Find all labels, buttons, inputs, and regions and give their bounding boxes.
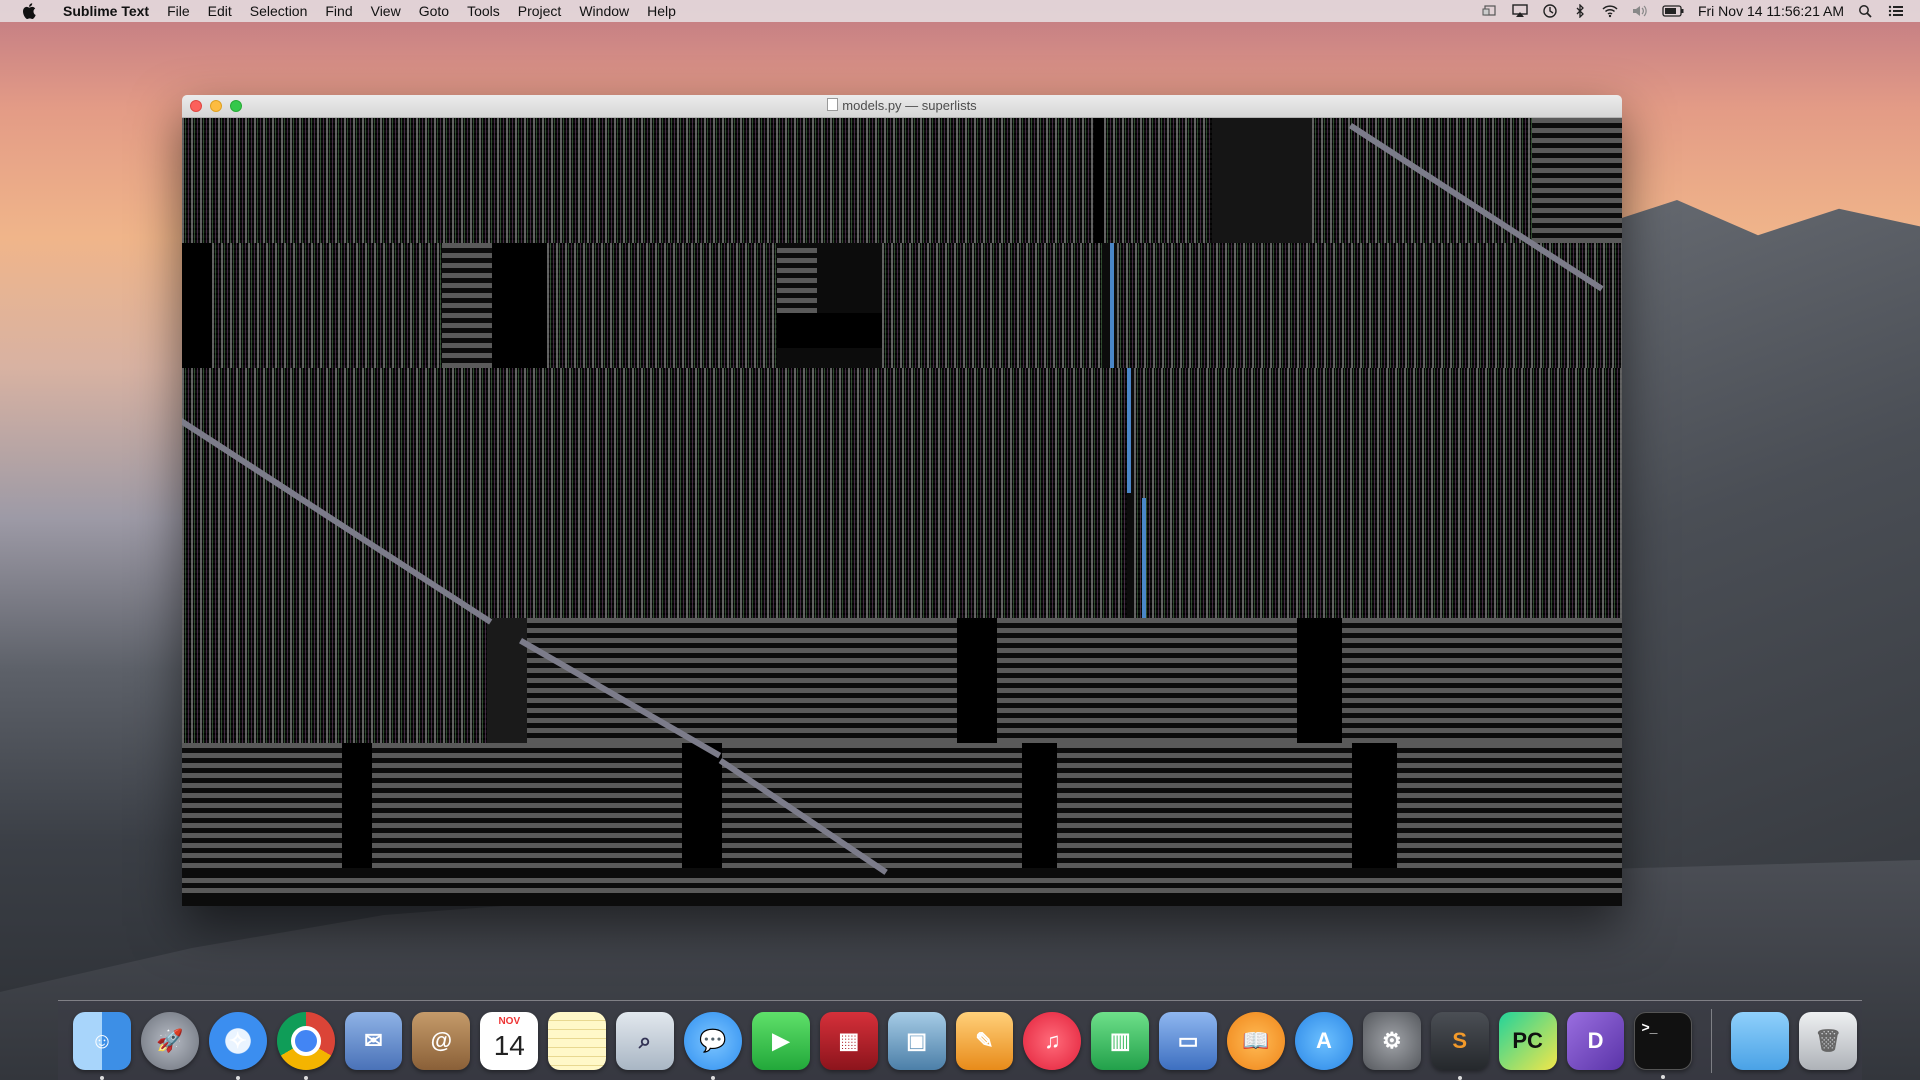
- launchpad-icon[interactable]: 🚀: [140, 1011, 199, 1070]
- garbled-block: [1022, 743, 1057, 868]
- menu-find[interactable]: Find: [316, 0, 361, 22]
- garbled-lines: [182, 743, 1622, 868]
- running-indicator: [303, 1075, 308, 1080]
- garbled-text-region: [182, 618, 487, 743]
- garbled-block: [1297, 618, 1342, 743]
- calendar-month: NOV: [498, 1015, 521, 1027]
- messages-icon[interactable]: 💬: [684, 1011, 742, 1080]
- dash-icon[interactable]: D: [1566, 1011, 1625, 1070]
- battery-icon[interactable]: [1662, 4, 1684, 18]
- menu-window[interactable]: Window: [570, 0, 638, 22]
- garbled-block: [682, 743, 722, 868]
- garbled-block: [777, 313, 882, 348]
- garbled-lines: [1532, 118, 1622, 243]
- menu-bar: Sublime Text File Edit Selection Find Vi…: [0, 0, 1920, 22]
- garbled-lines: [777, 243, 817, 313]
- running-indicator: [1457, 1075, 1462, 1080]
- garbled-block: [492, 243, 547, 368]
- dock-separator: [1711, 1008, 1713, 1073]
- garbled-text-region: [882, 243, 1102, 368]
- folder-icon[interactable]: [1731, 1011, 1790, 1070]
- garbled-block: [1212, 118, 1312, 243]
- running-indicator: [99, 1075, 104, 1080]
- editor-area-corrupted[interactable]: [182, 118, 1622, 906]
- running-indicator: [235, 1075, 240, 1080]
- garbled-blue-bar: [1142, 498, 1146, 618]
- volume-icon[interactable]: [1632, 4, 1648, 18]
- itunes-icon[interactable]: ♫: [1023, 1011, 1082, 1070]
- display-icon[interactable]: [1482, 4, 1498, 18]
- menu-goto[interactable]: Goto: [410, 0, 458, 22]
- pages-icon[interactable]: ✎: [955, 1011, 1014, 1070]
- mail-icon[interactable]: ✉: [344, 1011, 403, 1070]
- garbled-lines: [442, 243, 492, 368]
- app-store-icon[interactable]: A: [1295, 1011, 1353, 1070]
- garbled-text-region: [182, 118, 1094, 243]
- status-area: Fri Nov 14 11:56:21 AM: [1482, 3, 1920, 19]
- sublime-text-icon[interactable]: S: [1430, 1011, 1489, 1080]
- facetime-icon[interactable]: ▶: [751, 1011, 810, 1070]
- safari-icon[interactable]: ✧: [208, 1011, 267, 1080]
- trash-icon[interactable]: 🗑: [1799, 1011, 1858, 1070]
- notification-center-icon[interactable]: [1888, 4, 1904, 18]
- garbled-text-region: [1117, 243, 1622, 368]
- time-machine-icon[interactable]: [1542, 4, 1558, 18]
- running-indicator: [1661, 1074, 1666, 1079]
- garbled-block: [1094, 118, 1104, 243]
- garbled-block: [342, 743, 372, 868]
- bluetooth-icon[interactable]: [1572, 3, 1588, 19]
- chrome-icon[interactable]: [276, 1011, 335, 1080]
- window-titlebar[interactable]: models.py — superlists: [182, 95, 1622, 118]
- sublime-window: models.py — superlists: [182, 95, 1622, 906]
- pycharm-icon[interactable]: PC: [1498, 1011, 1557, 1070]
- garbled-block: [487, 618, 527, 743]
- garbled-lines: [997, 618, 1297, 743]
- preview-icon[interactable]: ⌕: [616, 1011, 675, 1070]
- garbled-text-region: [212, 243, 442, 368]
- document-icon: [827, 98, 839, 111]
- menu-view[interactable]: View: [362, 0, 410, 22]
- wifi-icon[interactable]: [1602, 4, 1618, 18]
- window-title: models.py — superlists: [182, 95, 1622, 117]
- keynote-icon[interactable]: ▭: [1159, 1011, 1218, 1070]
- running-indicator: [710, 1075, 715, 1080]
- numbers-icon[interactable]: ▥: [1091, 1011, 1150, 1070]
- apple-menu-icon[interactable]: [18, 0, 40, 22]
- calendar-day: 14: [493, 1029, 525, 1061]
- garbled-text-region: [182, 368, 1127, 618]
- system-preferences-icon[interactable]: ⚙: [1362, 1011, 1421, 1070]
- contacts-icon[interactable]: @: [412, 1011, 471, 1070]
- menu-clock[interactable]: Fri Nov 14 11:56:21 AM: [1698, 3, 1844, 19]
- notes-icon[interactable]: [548, 1011, 607, 1070]
- menu-project[interactable]: Project: [509, 0, 571, 22]
- airplay-icon[interactable]: [1512, 4, 1528, 18]
- garbled-text-region: [1134, 368, 1622, 618]
- menu-app-name[interactable]: Sublime Text: [54, 0, 158, 22]
- ibooks-icon[interactable]: 📖: [1227, 1011, 1286, 1070]
- menu-edit[interactable]: Edit: [199, 0, 241, 22]
- garbled-block: [1352, 743, 1397, 868]
- garbled-lines: [1342, 618, 1622, 743]
- menu-tools[interactable]: Tools: [458, 0, 509, 22]
- spotlight-icon[interactable]: [1858, 4, 1874, 18]
- garbled-block: [182, 243, 212, 368]
- terminal-icon[interactable]: >_: [1634, 1011, 1693, 1079]
- menu-help[interactable]: Help: [638, 0, 685, 22]
- iphoto-icon[interactable]: ▣: [887, 1011, 946, 1070]
- garbled-text-region: [547, 243, 777, 368]
- menu-file[interactable]: File: [158, 0, 199, 22]
- garbled-blue-bar: [1127, 368, 1131, 493]
- photo-booth-icon[interactable]: ▦: [819, 1011, 878, 1070]
- calendar-icon[interactable]: NOV 14: [480, 1011, 539, 1070]
- finder-icon[interactable]: ☺: [73, 1011, 131, 1080]
- garbled-text-region: [1104, 118, 1212, 243]
- menu-selection[interactable]: Selection: [241, 0, 317, 22]
- dock: ☺ 🚀 ✧ ✉ @ NOV 14 ⌕ 💬 ▶ ▦ ▣ ✎ ♫ ▥ ▭ 📖 A ⚙…: [58, 1000, 1862, 1080]
- garbled-lines: [182, 873, 1622, 893]
- garbled-block: [957, 618, 997, 743]
- window-title-text: models.py — superlists: [842, 98, 977, 113]
- garbled-blue-bar: [1110, 243, 1114, 368]
